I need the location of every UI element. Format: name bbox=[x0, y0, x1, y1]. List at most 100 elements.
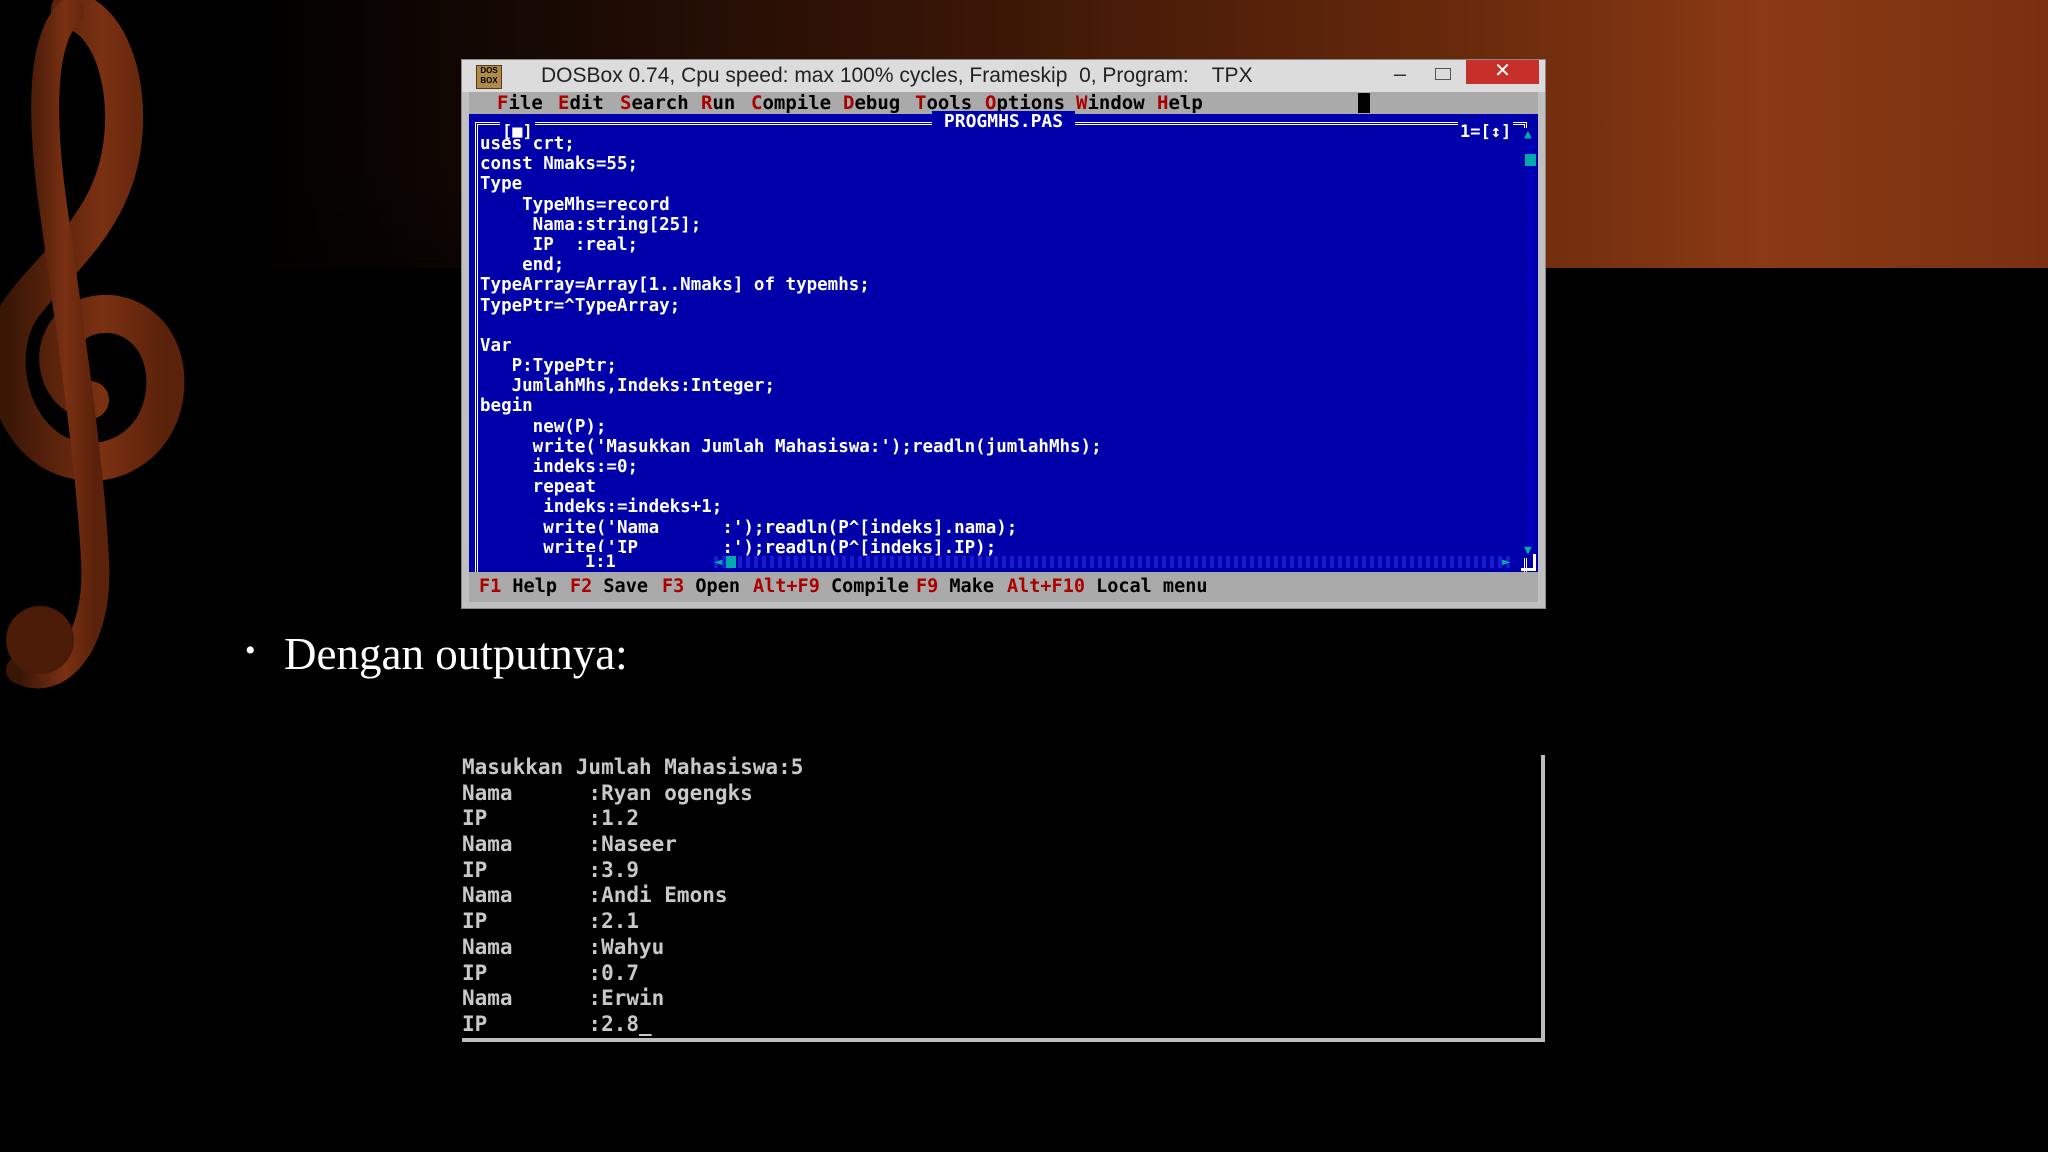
output-line: IP :3.9 bbox=[462, 857, 640, 882]
menu-hotkey: F bbox=[497, 92, 509, 114]
cursor-position: 1:1 bbox=[579, 552, 622, 572]
resize-corner[interactable] bbox=[1521, 554, 1536, 571]
output-console: Masukkan Jumlah Mahasiswa:5 Nama :Ryan og… bbox=[462, 755, 1545, 1042]
function-key-f9[interactable]: F9 Make bbox=[916, 576, 994, 597]
vertical-scroll-track[interactable] bbox=[1527, 146, 1534, 546]
bullet-marker: • bbox=[245, 634, 256, 667]
output-line: Nama :Andi Emons bbox=[462, 883, 728, 908]
function-key-f1[interactable]: F1 Help bbox=[479, 576, 557, 597]
code-line: write('Masukkan Jumlah Mahasiswa:');read… bbox=[480, 436, 1102, 457]
bullet-text: Dengan outputnya: bbox=[284, 629, 628, 679]
editor-title: PROGMHS.PAS bbox=[469, 111, 1538, 132]
output-line: Nama :Wahyu bbox=[462, 934, 665, 959]
output-line: IP :2.8_ bbox=[462, 1011, 652, 1036]
menu-item-help[interactable]: Help bbox=[1157, 92, 1203, 114]
menu-hotkey: H bbox=[1157, 92, 1169, 114]
vertical-scrollbar[interactable]: ▲ ▼ bbox=[1524, 128, 1537, 558]
horizontal-scrollbar[interactable]: ◄ ► bbox=[714, 554, 1514, 570]
dos-screen[interactable]: File Edit Search Run Compile Debug Tools Option… bbox=[469, 92, 1538, 602]
source-code[interactable]: uses crt; const Nmaks=55; Type TypeMhs=rec… bbox=[480, 134, 1102, 558]
function-key-alt-f10[interactable]: Alt+F10 Local menu bbox=[1007, 576, 1208, 597]
output-line: Nama :Naseer bbox=[462, 832, 677, 857]
code-line: TypeMhs=record bbox=[480, 194, 670, 215]
program-output: Masukkan Jumlah Mahasiswa:5 Nama :Ryan og… bbox=[462, 755, 803, 1038]
editor-status-row: 1:1 ◄ ► bbox=[469, 552, 1538, 572]
code-line: repeat bbox=[480, 477, 596, 498]
menu-hotkey: E bbox=[558, 92, 570, 114]
menu-label: dit bbox=[569, 92, 604, 114]
code-line: Type bbox=[480, 174, 523, 195]
function-key-label: Save bbox=[592, 576, 648, 597]
scroll-left-arrow-icon[interactable]: ◄ bbox=[714, 554, 722, 570]
output-line: IP :0.7 bbox=[462, 960, 640, 985]
scroll-right-arrow-icon[interactable]: ► bbox=[1502, 554, 1510, 570]
output-line: IP :1.2 bbox=[462, 806, 640, 831]
menu-label: un bbox=[712, 92, 736, 114]
menu-item-run[interactable]: Run bbox=[701, 92, 735, 114]
function-key-f2[interactable]: F2 Save bbox=[570, 576, 648, 597]
code-line: TypeArray=Array[1..Nmaks] of typemhs; bbox=[480, 275, 870, 296]
code-line: indeks:=0; bbox=[480, 457, 639, 477]
minimize-button[interactable]: – bbox=[1380, 60, 1420, 90]
code-line: uses crt; bbox=[480, 134, 575, 154]
code-line: IP :real; bbox=[480, 234, 639, 255]
code-editor[interactable]: [■] 1=[↕] PROGMHS.PAS uses crt; const Nma… bbox=[469, 111, 1538, 572]
maximize-button[interactable] bbox=[1420, 60, 1466, 90]
code-line: write('Nama :');readln(P^[indeks].nama); bbox=[480, 517, 1018, 538]
menu-label: ebug bbox=[854, 92, 901, 114]
code-line: Nama:string[25]; bbox=[480, 214, 702, 235]
dosbox-window: DOS BOX DOSBox 0.74, Cpu speed: max 100%… bbox=[462, 60, 1545, 608]
menu-hotkey: W bbox=[1076, 92, 1088, 114]
function-key-code: F2 bbox=[570, 576, 593, 597]
function-key-alt-f9[interactable]: Alt+F9 Compile bbox=[753, 576, 909, 597]
window-title: DOSBox 0.74, Cpu speed: max 100% cycles,… bbox=[541, 64, 1253, 87]
function-key-label: Help bbox=[501, 576, 557, 597]
function-key-code: F9 bbox=[916, 576, 939, 597]
code-line: const Nmaks=55; bbox=[480, 154, 639, 175]
menu-hotkey: T bbox=[915, 92, 927, 114]
menu-item-edit[interactable]: Edit bbox=[558, 92, 604, 114]
function-key-code: F3 bbox=[662, 576, 685, 597]
menu-label: earch bbox=[631, 92, 689, 114]
code-line: new(P); bbox=[480, 416, 607, 437]
treble-clef-icon bbox=[0, 0, 185, 689]
menu-hotkey: R bbox=[701, 92, 713, 114]
code-line: indeks:=indeks+1; bbox=[480, 497, 723, 518]
output-line: Nama :Erwin bbox=[462, 986, 665, 1011]
menu-item-debug[interactable]: Debug bbox=[843, 92, 900, 114]
code-line: Var bbox=[480, 335, 512, 356]
function-key-label: Make bbox=[938, 576, 994, 597]
dosbox-app-icon[interactable]: DOS BOX bbox=[476, 65, 502, 89]
title-bar[interactable]: DOS BOX DOSBox 0.74, Cpu speed: max 100%… bbox=[462, 60, 1545, 92]
function-key-code: F1 bbox=[479, 576, 502, 597]
function-key-code: Alt+F10 bbox=[1007, 576, 1085, 597]
function-key-code: Alt+F9 bbox=[753, 576, 820, 597]
menu-label: ile bbox=[508, 92, 543, 114]
menu-item-file[interactable]: File bbox=[497, 92, 543, 114]
code-line: P:TypePtr; bbox=[480, 356, 617, 377]
menu-item-compile[interactable]: Compile bbox=[751, 92, 831, 114]
code-line: begin bbox=[480, 396, 533, 417]
close-button[interactable]: ✕ bbox=[1466, 60, 1539, 84]
code-line: JumlahMhs,Indeks:Integer; bbox=[480, 376, 776, 397]
menu-hotkey: S bbox=[620, 92, 632, 114]
maximize-icon bbox=[1435, 68, 1451, 80]
code-line: end; bbox=[480, 255, 565, 276]
function-key-bar: F1 Help F2 Save F3 Open Alt+F9 Compile F9 Ma… bbox=[469, 572, 1538, 602]
function-key-label: Local menu bbox=[1084, 576, 1208, 597]
horizontal-scroll-thumb[interactable] bbox=[726, 556, 736, 568]
menu-hotkey: C bbox=[751, 92, 763, 114]
scroll-up-arrow-icon[interactable]: ▲ bbox=[1524, 128, 1537, 142]
menu-item-window[interactable]: Window bbox=[1076, 92, 1145, 114]
output-line: IP :2.1 bbox=[462, 909, 640, 934]
menu-item-search[interactable]: Search bbox=[620, 92, 689, 114]
menu-cursor bbox=[1358, 93, 1370, 113]
vertical-scroll-thumb[interactable] bbox=[1525, 154, 1536, 166]
editor-filename: PROGMHS.PAS bbox=[931, 111, 1076, 132]
function-key-label: Compile bbox=[819, 576, 909, 597]
slide-bullet: • Dengan outputnya: bbox=[245, 628, 628, 784]
menu-label: ompile bbox=[762, 92, 832, 114]
function-key-f3[interactable]: F3 Open bbox=[662, 576, 740, 597]
function-key-label: Open bbox=[684, 576, 740, 597]
